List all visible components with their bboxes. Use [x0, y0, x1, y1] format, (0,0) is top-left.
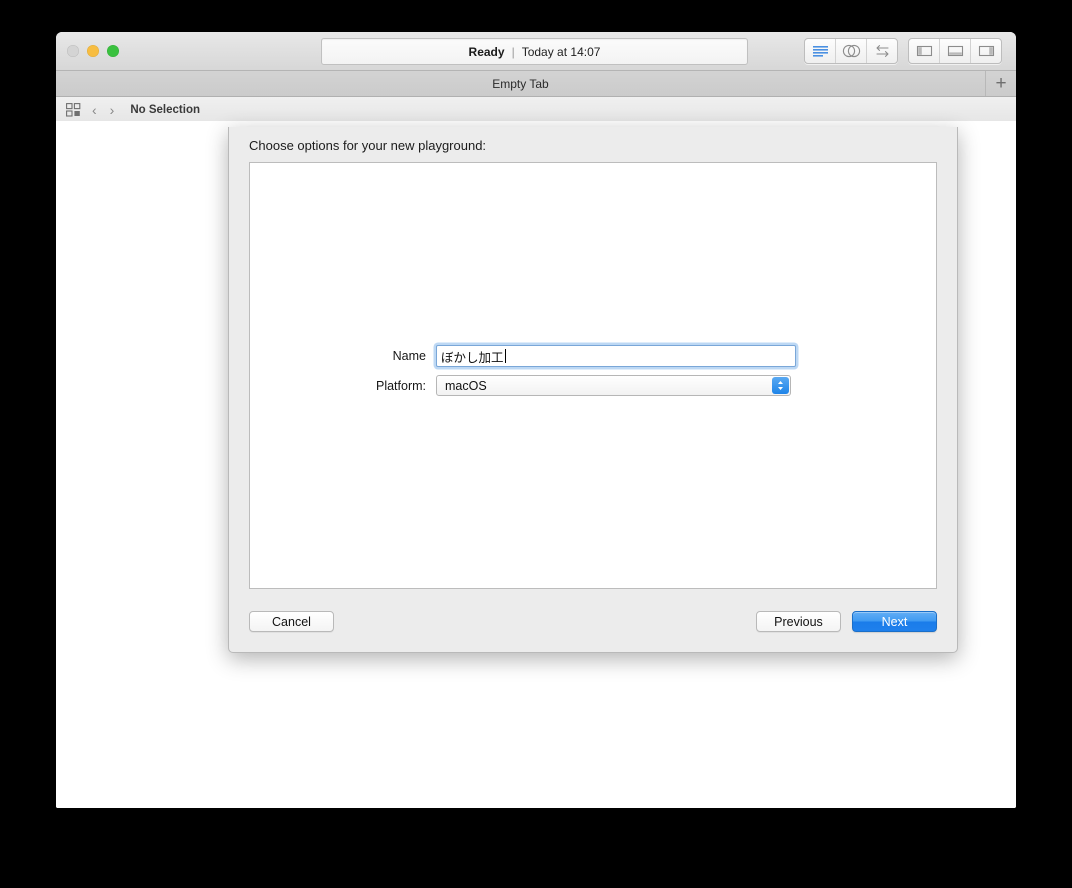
toggle-utilities-button[interactable]: [971, 39, 1001, 63]
version-editor-button[interactable]: [867, 39, 897, 63]
chevron-up-down-icon: [772, 377, 789, 394]
panel-toggle-segmented-control: [908, 38, 1002, 64]
platform-selected-value: macOS: [445, 378, 487, 393]
navigator-panel-icon: [916, 45, 932, 57]
related-items-grid-icon[interactable]: [66, 102, 81, 117]
activity-status-view: Ready | Today at 14:07: [321, 38, 748, 65]
tab-empty-tab[interactable]: Empty Tab: [56, 71, 985, 96]
next-button[interactable]: Next: [852, 611, 937, 632]
activity-separator: |: [511, 44, 515, 59]
add-tab-button[interactable]: +: [985, 71, 1016, 96]
toggle-navigator-button[interactable]: [909, 39, 940, 63]
name-input[interactable]: ぼかし加工: [436, 345, 796, 367]
utilities-panel-icon: [978, 45, 994, 57]
platform-field-row: Platform: macOS: [250, 375, 936, 396]
activity-time-text: Today at 14:07: [521, 44, 601, 59]
activity-status-text: Ready: [468, 44, 505, 59]
tab-bar: Empty Tab +: [56, 71, 1016, 97]
name-input-value: ぼかし加工: [441, 350, 504, 365]
version-editor-icon: [875, 45, 889, 57]
close-button-icon[interactable]: [67, 45, 79, 57]
debug-panel-icon: [947, 45, 963, 57]
sheet-title: Choose options for your new playground:: [249, 138, 487, 153]
cancel-button[interactable]: Cancel: [249, 611, 334, 632]
previous-button[interactable]: Previous: [756, 611, 841, 632]
editor-mode-segmented-control: [804, 38, 898, 64]
minimize-button-icon[interactable]: [87, 45, 99, 57]
standard-editor-button[interactable]: [805, 39, 836, 63]
traffic-light-group: [67, 45, 119, 57]
sheet-content-panel: Name ぼかし加工 Platform: macOS: [249, 162, 937, 589]
screen: Ready | Today at 14:07 Empty Tab + ‹ › N…: [0, 0, 1072, 888]
platform-field-label: Platform:: [375, 378, 426, 393]
navigate-back-icon[interactable]: ‹: [90, 103, 99, 117]
navigate-forward-icon[interactable]: ›: [108, 103, 117, 117]
name-field-row: Name ぼかし加工: [250, 345, 936, 367]
tab-label: Empty Tab: [492, 76, 549, 91]
toolbar-right-group: [804, 38, 1002, 64]
stepper-arrows-glyph: [778, 381, 783, 390]
jump-bar-path-label[interactable]: No Selection: [130, 104, 200, 116]
assistant-editor-button[interactable]: [836, 39, 867, 63]
jump-bar: ‹ › No Selection: [56, 97, 1016, 123]
options-form: Name ぼかし加工 Platform: macOS: [250, 345, 936, 404]
name-field-label: Name: [392, 349, 426, 363]
standard-editor-icon: [812, 45, 828, 57]
zoom-button-icon[interactable]: [107, 45, 119, 57]
assistant-editor-icon: [842, 44, 860, 58]
toggle-debug-area-button[interactable]: [940, 39, 971, 63]
platform-popup-button[interactable]: macOS: [436, 375, 791, 396]
text-caret: [504, 349, 506, 363]
new-playground-options-sheet: Choose options for your new playground: …: [228, 127, 958, 653]
xcode-window: Ready | Today at 14:07 Empty Tab + ‹ › N…: [56, 32, 1016, 808]
window-titlebar: Ready | Today at 14:07: [56, 32, 1016, 71]
